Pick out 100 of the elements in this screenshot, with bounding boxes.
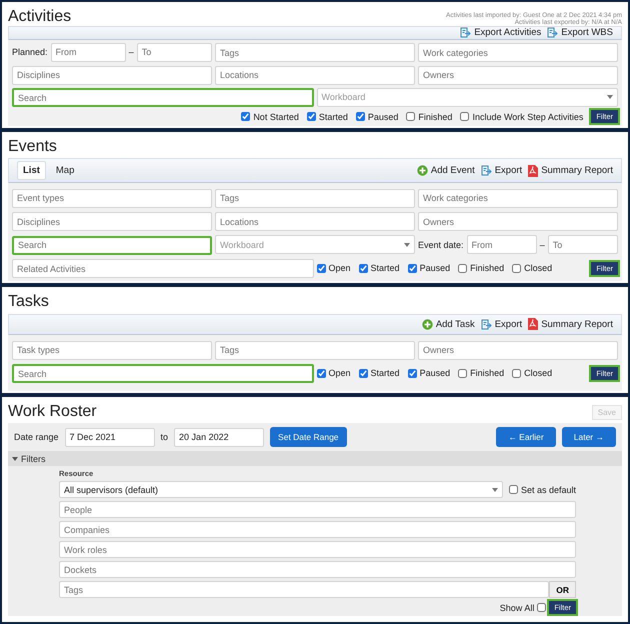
checkbox-label: Finished <box>418 112 452 122</box>
dash-separator: – <box>540 240 545 250</box>
filters-toggle[interactable]: Filters <box>8 451 622 466</box>
checkbox-label: Set as default <box>520 484 576 494</box>
people-field[interactable]: People <box>59 501 576 518</box>
add-icon <box>422 318 433 330</box>
checkbox-label: Paused <box>420 368 450 378</box>
checkbox[interactable] <box>512 368 522 378</box>
work-categories-field[interactable]: Work categories <box>418 188 618 208</box>
tags-field[interactable]: Tags <box>59 581 550 598</box>
checkbox[interactable] <box>508 485 518 494</box>
checkbox[interactable] <box>460 112 470 121</box>
checkbox-label: Open <box>328 263 351 274</box>
checkbox[interactable] <box>458 368 468 378</box>
panel-title: Work Roster <box>8 403 97 421</box>
caret-icon <box>404 242 410 246</box>
work-roles-field[interactable]: Work roles <box>59 541 576 558</box>
checkbox-label: Paused <box>368 112 398 122</box>
checkbox[interactable] <box>406 112 416 121</box>
start-date-field[interactable]: 7 Dec 2021 <box>64 428 155 447</box>
owners-field[interactable]: Owners <box>418 66 618 84</box>
export-action-link[interactable]: Export Activities <box>460 27 542 38</box>
checkbox-label: Paused <box>420 263 450 274</box>
checkbox[interactable] <box>537 603 546 612</box>
to-date-field[interactable]: To <box>548 235 618 254</box>
or-toggle-button[interactable]: OR <box>549 581 576 598</box>
date-range-label: Date range <box>14 432 59 442</box>
tags-field[interactable]: Tags <box>215 43 415 62</box>
caret-icon <box>607 95 613 99</box>
to-date-field[interactable]: To <box>136 42 212 62</box>
planned-label: Planned: <box>12 47 48 58</box>
event-types-field[interactable]: Event types <box>12 188 212 208</box>
caret-icon <box>12 456 18 460</box>
pdf-file-icon <box>528 318 538 330</box>
search-field[interactable]: Search <box>12 88 314 107</box>
checkbox-label: Not Started <box>253 112 299 122</box>
owners-field[interactable]: Owners <box>418 212 618 231</box>
export-icon <box>547 27 558 38</box>
export-action-link[interactable]: Export WBS <box>547 27 613 38</box>
checkbox[interactable] <box>358 368 368 378</box>
add-action-link[interactable]: Add Task <box>422 318 475 330</box>
companies-field[interactable]: Companies <box>59 521 576 538</box>
search-field[interactable]: Search <box>12 236 212 254</box>
checkbox[interactable] <box>458 264 468 273</box>
pdf-action-link[interactable]: Summary Report <box>528 318 613 330</box>
tags-field[interactable]: Tags <box>215 188 415 208</box>
event-date-label: Event date: <box>418 240 464 250</box>
checkbox[interactable] <box>241 112 250 121</box>
set-date-range-button[interactable]: Set Date Range <box>270 427 347 447</box>
export-icon <box>460 27 472 38</box>
checkbox-label: Include Work Step Activities <box>472 112 584 122</box>
caret-icon <box>492 488 498 492</box>
view-tab[interactable]: List <box>17 161 46 180</box>
show-all-label: Show All <box>500 602 534 612</box>
view-tab[interactable]: Map <box>50 161 80 180</box>
task-types-field[interactable]: Task types <box>12 340 212 360</box>
checkbox-label: Started <box>370 368 400 378</box>
pdf-file-icon <box>528 164 538 177</box>
dockets-field[interactable]: Dockets <box>59 561 576 578</box>
checkbox[interactable] <box>512 264 522 273</box>
checkbox[interactable] <box>408 368 417 378</box>
tags-field[interactable]: Tags <box>215 340 415 360</box>
checkbox[interactable] <box>316 368 326 378</box>
checkbox[interactable] <box>358 264 368 273</box>
checkbox-label: Open <box>328 368 351 378</box>
disciplines-field[interactable]: Disciplines <box>12 212 212 231</box>
disciplines-field[interactable]: Disciplines <box>12 66 212 84</box>
locations-field[interactable]: Locations <box>215 66 415 84</box>
owners-field[interactable]: Owners <box>418 340 618 360</box>
export-action-link[interactable]: Export <box>480 318 522 330</box>
export-action-link[interactable]: Export <box>480 165 522 176</box>
search-field[interactable]: Search <box>12 364 314 383</box>
export-icon <box>480 165 492 176</box>
checkbox-label: Started <box>318 112 348 122</box>
add-action-link[interactable]: Add Event <box>416 165 475 176</box>
later-button[interactable]: Later → <box>562 427 616 447</box>
add-icon <box>416 165 428 176</box>
work-categories-field[interactable]: Work categories <box>418 43 618 62</box>
checkbox-label: Started <box>370 263 400 274</box>
dash-separator: – <box>128 47 134 58</box>
checkbox[interactable] <box>356 112 365 121</box>
pdf-action-link[interactable]: Summary Report <box>528 164 613 177</box>
checkbox[interactable] <box>408 264 417 273</box>
locations-field[interactable]: Locations <box>215 212 415 231</box>
panel-title: Tasks <box>8 293 49 311</box>
resource-select[interactable]: All supervisors (default) <box>59 481 503 498</box>
from-date-field[interactable]: From <box>466 235 537 254</box>
panel-title: Activities <box>8 8 72 26</box>
checkbox-label: Closed <box>524 368 552 378</box>
checkbox[interactable] <box>316 264 326 273</box>
earlier-button[interactable]: ← Earlier <box>496 427 556 447</box>
checkbox-label: Finished <box>470 263 504 274</box>
checkbox-label: Finished <box>470 368 504 378</box>
checkbox-label: Closed <box>524 263 552 274</box>
checkbox[interactable] <box>306 112 316 121</box>
related-activities-field[interactable]: Related Activities <box>12 259 314 278</box>
export-icon <box>480 318 492 330</box>
end-date-field[interactable]: 20 Jan 2022 <box>174 428 264 447</box>
from-date-field[interactable]: From <box>50 42 126 62</box>
panel-title: Events <box>8 138 57 156</box>
